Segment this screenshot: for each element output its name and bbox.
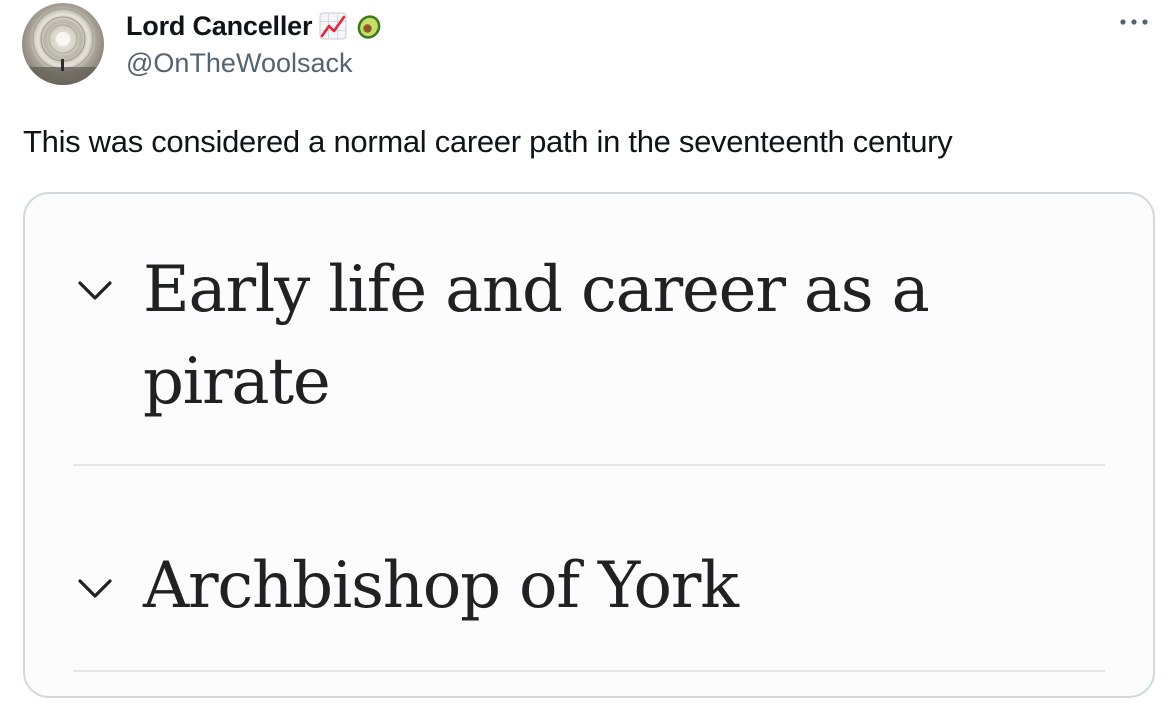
author-name-row: Lord Canceller xyxy=(126,9,384,43)
tweet-text: This was considered a normal career path… xyxy=(23,124,953,159)
avatar-image-icon xyxy=(22,8,104,85)
divider xyxy=(73,670,1105,672)
avatar[interactable] xyxy=(22,3,104,85)
media-card[interactable]: Early life and career as a pirate Archbi… xyxy=(23,192,1155,698)
divider xyxy=(73,464,1105,466)
avocado-icon xyxy=(357,15,381,39)
chevron-down-icon[interactable] xyxy=(77,576,113,600)
more-options-button[interactable] xyxy=(1116,10,1152,34)
chevron-down-icon[interactable] xyxy=(77,278,113,302)
section-heading: Archbishop of York xyxy=(143,549,739,623)
section-heading-line: pirate xyxy=(143,345,331,419)
ellipsis-icon xyxy=(1120,19,1148,25)
chart-increasing-icon xyxy=(319,12,347,40)
tweet: Lord Canceller @OnTheWoolsack This was c… xyxy=(0,0,1174,712)
author-handle[interactable]: @OnTheWoolsack xyxy=(126,48,353,79)
display-name[interactable]: Lord Canceller xyxy=(126,11,312,42)
section-heading: Early life and career as a pirate xyxy=(143,244,1043,428)
section-heading-line: Early life and career as a xyxy=(143,253,930,327)
